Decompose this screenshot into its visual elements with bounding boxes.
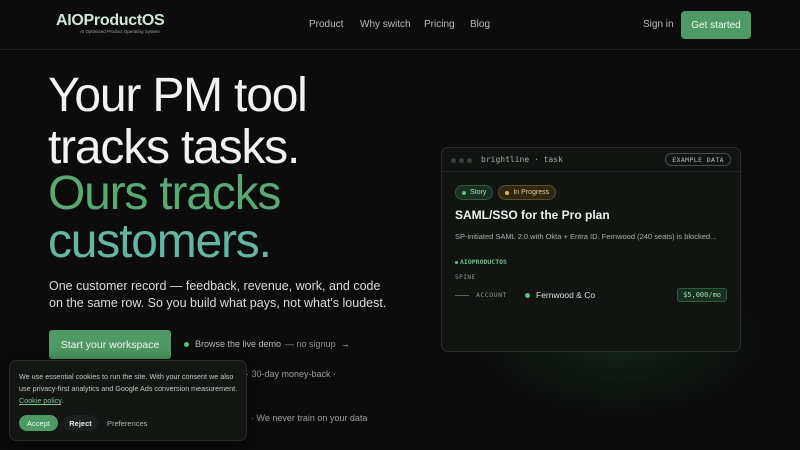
card-header: brightline · task EXAMPLE DATA: [442, 148, 740, 172]
logo-wordmark: AIOProductOS: [56, 12, 165, 29]
logo-tagline: AI Optimized Product Operating System: [80, 29, 160, 34]
reject-cookies-button[interactable]: Reject: [63, 415, 98, 431]
demo-suffix: — no signup: [285, 339, 336, 349]
signin-link[interactable]: Sign in: [643, 19, 674, 30]
cookie-policy-link[interactable]: Cookie policy: [19, 396, 61, 405]
story-badge-label: Story: [470, 189, 487, 196]
hero-headline-line4: customers.: [48, 215, 272, 268]
card-path: brightline · task: [481, 155, 563, 164]
window-dots-icon: [451, 158, 472, 163]
status-badge-label: In Progress: [513, 189, 550, 196]
example-data-badge: EXAMPLE DATA: [665, 153, 731, 166]
account-name: Fernwood & Co: [525, 290, 595, 300]
cookie-banner: We use essential cookies to run the site…: [9, 360, 247, 441]
account-dot-icon: [525, 292, 530, 298]
story-dot-icon: [462, 190, 466, 195]
account-label: ACCOUNT: [476, 291, 507, 299]
cookie-preferences-button[interactable]: Preferences: [107, 419, 147, 428]
trust-money-back: · 30-day money-back ·: [246, 369, 337, 379]
hero-subtitle: One customer record — feedback, revenue,…: [49, 279, 387, 310]
top-navbar: AIOProductOS AI Optimized Product Operat…: [0, 0, 800, 50]
get-started-button[interactable]: Get started: [681, 11, 751, 39]
cookie-text: We use essential cookies to run the site…: [19, 372, 238, 393]
status-dot-icon: [505, 190, 510, 195]
brand-label: AIOPRODUCTOS: [455, 258, 507, 266]
nav-link-why-switch[interactable]: Why switch: [360, 19, 411, 30]
revenue-badge: $5,000/mo: [677, 288, 727, 302]
demo-label: Browse the live demo: [195, 339, 282, 349]
status-badge: In Progress: [498, 185, 557, 200]
live-dot-icon: [184, 341, 189, 347]
story-badge: Story: [455, 185, 494, 200]
task-title: SAML/SSO for the Pro plan: [455, 208, 610, 222]
nav-link-pricing[interactable]: Pricing: [424, 19, 455, 30]
account-name-text: Fernwood & Co: [536, 290, 596, 300]
cookie-message: We use essential cookies to run the site…: [19, 372, 238, 405]
task-description: SP-initiated SAML 2.0 with Okta + Entra …: [455, 232, 717, 241]
trust-no-training: · We never train on your data: [251, 413, 368, 423]
hero-headline-line3: Ours tracks: [48, 167, 281, 220]
accept-cookies-button[interactable]: Accept: [19, 415, 58, 431]
connector-line: [455, 295, 469, 296]
nav-link-blog[interactable]: Blog: [470, 19, 490, 30]
hero-headline-line1: Your PM tool: [48, 69, 308, 122]
brand-text: AIOPRODUCTOS: [460, 258, 507, 266]
spine-label: SPINE: [455, 274, 476, 281]
live-demo-link[interactable]: Browse the live demo — no signup →: [184, 339, 350, 349]
example-task-card: brightline · task EXAMPLE DATA Story In …: [441, 147, 741, 352]
arrow-right-icon: →: [340, 339, 350, 349]
start-workspace-button[interactable]: Start your workspace: [49, 330, 171, 359]
task-badges: Story In Progress: [455, 185, 557, 200]
brand-dot-icon: [455, 260, 458, 264]
logo[interactable]: AIOProductOS AI Optimized Product Operat…: [56, 12, 165, 35]
nav-link-product[interactable]: Product: [309, 19, 343, 30]
